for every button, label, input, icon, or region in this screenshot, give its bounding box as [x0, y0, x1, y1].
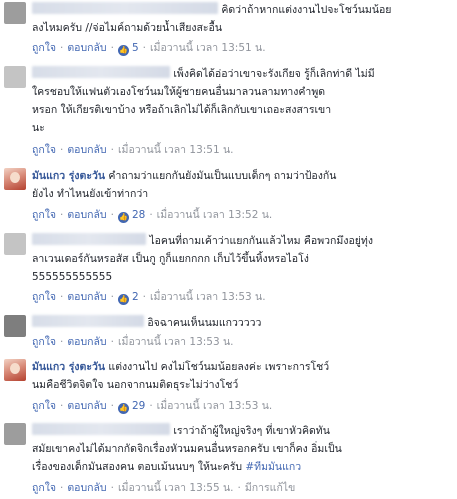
- timestamp[interactable]: เมื่อวานนี้ เวลา 13:53 น.: [150, 291, 266, 303]
- comment-text: ยังไง ทำไหนยังเข้าท่ากว่า: [32, 188, 149, 200]
- timestamp[interactable]: เมื่อวานนี้ เวลา 13:53 น.: [157, 400, 273, 412]
- thumbs-up-icon: 👍: [117, 212, 129, 223]
- like-link[interactable]: ถูกใจ: [32, 291, 56, 303]
- commenter-name[interactable]: มันแกว รุ่งตะวัน: [32, 361, 105, 373]
- reply-link[interactable]: ตอบกลับ: [67, 209, 106, 221]
- commenter-name[interactable]: [32, 233, 146, 245]
- reaction-count[interactable]: 👍 28: [117, 209, 145, 223]
- comment-2: เพ็งคิดได้อ่อว่าเขาจะรังเกียจ รู้ก็เลิกท…: [0, 63, 457, 163]
- comment-actions: ถูกใจ · ตอบกลับ · 👍 5 · เมื่อวานนี้ เวลา 13:51 …: [32, 42, 266, 56]
- avatar[interactable]: [4, 168, 26, 190]
- avatar[interactable]: [4, 66, 26, 88]
- avatar[interactable]: [4, 2, 26, 24]
- comment-actions: ถูกใจ · ตอบกลับ · 👍 29 · เมื่อวานนี้ เวลา 13:53…: [32, 400, 273, 414]
- thumbs-up-icon: 👍: [117, 45, 129, 56]
- timestamp[interactable]: เมื่อวานนี้ เวลา 13:52 น.: [157, 209, 273, 221]
- comment-text: อิจฉาคนเห็นนมแกววววว: [147, 317, 262, 329]
- reply-link[interactable]: ตอบกลับ: [67, 400, 106, 412]
- reply-link[interactable]: ตอบกลับ: [67, 144, 106, 156]
- comment-text: ลงไหมครับ //จ่อไมค์ถามด้วยน้ำเสียงสะอื้น: [32, 22, 223, 34]
- comment-6: มันแกว รุ่งตะวัน แต่งงานไป คงไม่โชว์นมน้…: [0, 354, 457, 416]
- commenter-name[interactable]: [32, 2, 218, 14]
- comment-text: เรื่องของเด็กมันสองคน ตอบเม้นนบๆ ให้นะคร…: [32, 461, 243, 473]
- hashtag-link[interactable]: #ทีมมันแกว: [245, 461, 301, 473]
- timestamp[interactable]: เมื่อวานนี้ เวลา 13:51 น.: [150, 42, 266, 54]
- comment-actions: ถูกใจ · ตอบกลับ · 👍 2 · เมื่อวานนี้ เวลา 13:53 …: [32, 291, 266, 305]
- like-link[interactable]: ถูกใจ: [32, 400, 56, 412]
- comment-4: ไอคนที่ถามเค้าว่าแยกกันแล้วไหม คือพวกมึง…: [0, 228, 457, 310]
- reaction-count[interactable]: 👍 5: [117, 42, 139, 56]
- reaction-count[interactable]: 👍 29: [117, 400, 145, 414]
- like-link[interactable]: ถูกใจ: [32, 42, 56, 54]
- comment-actions: ถูกใจ · ตอบกลับ · เมื่อวานนี้ เวลา 13:53 น.: [32, 336, 234, 348]
- comment-1: คิดว่าถ้าหากแต่งงานไปจะโชว์นมน้อย ลงไหมค…: [0, 0, 457, 58]
- avatar[interactable]: [4, 315, 26, 337]
- like-link[interactable]: ถูกใจ: [32, 482, 56, 494]
- thumbs-up-icon: 👍: [117, 294, 129, 305]
- timestamp[interactable]: เมื่อวานนี้ เวลา 13:53 น.: [118, 336, 234, 348]
- reply-link[interactable]: ตอบกลับ: [67, 482, 106, 494]
- commenter-name[interactable]: [32, 423, 170, 435]
- comment-text: ใครชอบให้แฟนตัวเองโชว์นมให้ผู้ชายคนอื่นม…: [32, 86, 326, 98]
- thumbs-up-icon: 👍: [117, 403, 129, 414]
- like-link[interactable]: ถูกใจ: [32, 144, 56, 156]
- comment-5: อิจฉาคนเห็นนมแกววววว ถูกใจ · ตอบกลับ · เมื่อ…: [0, 312, 457, 352]
- reply-link[interactable]: ตอบกลับ: [67, 291, 106, 303]
- comment-text: 555555555555: [32, 271, 113, 283]
- commenter-name[interactable]: [32, 315, 144, 327]
- comment-text: คำถามว่าแยกกันยังมันเป็นแบบเด็กๆ ถามว่าป…: [108, 170, 337, 182]
- like-link[interactable]: ถูกใจ: [32, 209, 56, 221]
- like-link[interactable]: ถูกใจ: [32, 336, 56, 348]
- comment-actions: ถูกใจ · ตอบกลับ · เมื่อวานนี้ เวลา 13:55 น. ·…: [32, 482, 296, 494]
- comment-text: นะ: [32, 122, 45, 134]
- comment-3: มันแกว รุ่งตะวัน คำถามว่าแยกกันยังมันเป็…: [0, 163, 457, 225]
- reply-link[interactable]: ตอบกลับ: [67, 42, 106, 54]
- comment-text: คิดว่าถ้าหากแต่งงานไปจะโชว์นมน้อย: [221, 4, 392, 16]
- reaction-count[interactable]: 👍 2: [117, 291, 139, 305]
- comment-actions: ถูกใจ · ตอบกลับ · 👍 28 · เมื่อวานนี้ เวลา 13:52…: [32, 209, 273, 223]
- comment-text: เราว่าถ้าผู้ใหญ่จริงๆ ที่เขาหัวคิดทัน: [173, 425, 330, 437]
- comment-text: หรอก ให้เกียรติเขาบ้าง หรือถ้าเลิกไม่ได้…: [32, 104, 332, 116]
- comment-text: สมัยเขาคงไม่ได้มากกัดจิกเรื่องหัวนมคนอื่…: [32, 443, 342, 455]
- comment-text: นมคือชีวิตจิตใจ นอกจากนมติดธุระไม่ว่างโช…: [32, 379, 239, 391]
- comment-actions: ถูกใจ · ตอบกลับ · เมื่อวานนี้ เวลา 13:51 น.: [32, 144, 234, 156]
- comment-7: เราว่าถ้าผู้ใหญ่จริงๆ ที่เขาหัวคิดทัน สม…: [0, 418, 457, 499]
- comment-text: ไอคนที่ถามเค้าว่าแยกกันแล้วไหม คือพวกมึง…: [149, 235, 373, 247]
- comment-text: แต่งงานไป คงไม่โชว์นมน้อยลงค่ะ เพราะการโ…: [108, 361, 330, 373]
- timestamp[interactable]: เมื่อวานนี้ เวลา 13:55 น.: [118, 482, 234, 494]
- comment-text: ลาเวนเดอร์กันหรอสัส เป็นกู กูก็แยกกกก เก…: [32, 253, 309, 265]
- comment-text: เพ็งคิดได้อ่อว่าเขาจะรังเกียจ รู้ก็เลิกท…: [173, 68, 375, 80]
- avatar[interactable]: [4, 359, 26, 381]
- commenter-name[interactable]: [32, 66, 170, 78]
- edited-link[interactable]: มีการแก้ไข: [245, 482, 295, 494]
- reply-link[interactable]: ตอบกลับ: [67, 336, 106, 348]
- commenter-name[interactable]: มันแกว รุ่งตะวัน: [32, 170, 105, 182]
- avatar[interactable]: [4, 233, 26, 255]
- avatar[interactable]: [4, 423, 26, 445]
- timestamp[interactable]: เมื่อวานนี้ เวลา 13:51 น.: [118, 144, 234, 156]
